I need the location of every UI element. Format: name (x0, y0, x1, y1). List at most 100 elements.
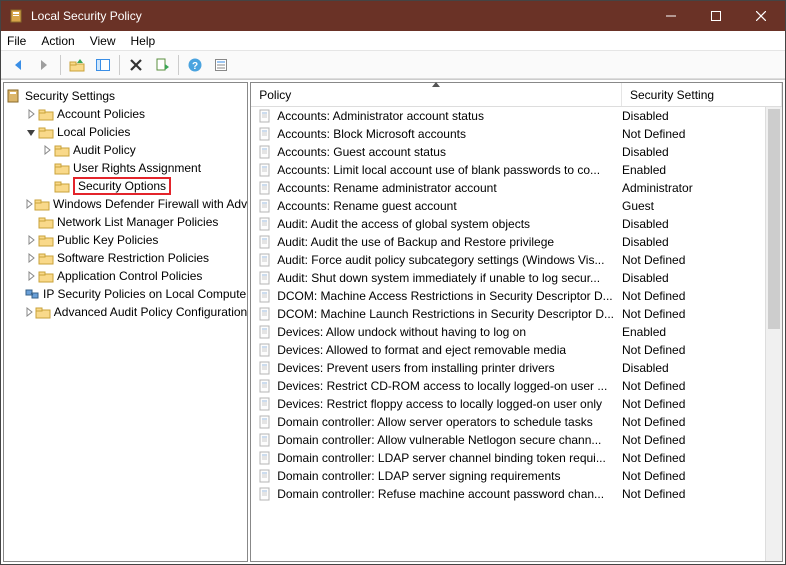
policy-row[interactable]: DCOM: Machine Launch Restrictions in Sec… (251, 305, 782, 323)
policy-icon (257, 144, 273, 160)
menu-file[interactable]: File (7, 34, 26, 48)
list-body[interactable]: Accounts: Administrator account statusDi… (251, 107, 782, 561)
policy-row[interactable]: Devices: Prevent users from installing p… (251, 359, 782, 377)
policy-row[interactable]: Devices: Restrict floppy access to local… (251, 395, 782, 413)
policy-row[interactable]: Audit: Audit the use of Backup and Resto… (251, 233, 782, 251)
policy-row[interactable]: Domain controller: Allow vulnerable Netl… (251, 431, 782, 449)
folder-icon (38, 268, 54, 284)
export-button[interactable] (150, 53, 174, 77)
tree-root[interactable]: Security Settings (4, 87, 247, 105)
policy-name: Devices: Allowed to format and eject rem… (277, 343, 622, 357)
policy-icon (257, 126, 273, 142)
policy-row[interactable]: Devices: Allow undock without having to … (251, 323, 782, 341)
tree-item[interactable]: Account Policies (4, 105, 247, 123)
mmc-window: Local Security Policy File Action View H… (0, 0, 786, 565)
security-settings-icon (6, 88, 22, 104)
back-button[interactable] (6, 53, 30, 77)
policy-row[interactable]: Domain controller: Refuse machine accoun… (251, 485, 782, 503)
policy-icon (257, 216, 273, 232)
policy-row[interactable]: Audit: Force audit policy subcategory se… (251, 251, 782, 269)
policy-name: Accounts: Guest account status (277, 145, 622, 159)
folder-icon (35, 304, 51, 320)
tree-item[interactable]: Local Policies (4, 123, 247, 141)
menu-view[interactable]: View (90, 34, 116, 48)
policy-setting: Not Defined (622, 343, 782, 357)
column-setting[interactable]: Security Setting (622, 83, 782, 106)
properties-button[interactable] (209, 53, 233, 77)
minimize-button[interactable] (648, 2, 693, 30)
policy-row[interactable]: Audit: Shut down system immediately if u… (251, 269, 782, 287)
policy-icon (257, 450, 273, 466)
policy-name: Accounts: Rename guest account (277, 199, 622, 213)
tree-item[interactable]: IP Security Policies on Local Computer (4, 285, 247, 303)
tree-item[interactable]: Advanced Audit Policy Configuration (4, 303, 247, 321)
column-policy[interactable]: Policy (251, 83, 622, 106)
policy-setting: Not Defined (622, 253, 782, 267)
expand-toggle[interactable] (24, 251, 38, 265)
policy-row[interactable]: Accounts: Rename administrator accountAd… (251, 179, 782, 197)
vertical-scrollbar[interactable] (765, 107, 782, 561)
policy-setting: Not Defined (622, 127, 782, 141)
policy-icon (257, 162, 273, 178)
policy-row[interactable]: Accounts: Administrator account statusDi… (251, 107, 782, 125)
policy-setting: Not Defined (622, 415, 782, 429)
policy-icon (257, 468, 273, 484)
scrollbar-thumb[interactable] (768, 109, 780, 329)
tree-label: Windows Defender Firewall with Advanced … (53, 197, 248, 211)
expand-toggle[interactable] (24, 305, 35, 319)
policy-row[interactable]: Accounts: Guest account statusDisabled (251, 143, 782, 161)
policy-row[interactable]: Accounts: Limit local account use of bla… (251, 161, 782, 179)
expand-toggle[interactable] (24, 197, 34, 211)
up-button[interactable] (65, 53, 89, 77)
policy-setting: Not Defined (622, 379, 782, 393)
tree-item[interactable]: Software Restriction Policies (4, 249, 247, 267)
policy-row[interactable]: Audit: Audit the access of global system… (251, 215, 782, 233)
policy-setting: Disabled (622, 145, 782, 159)
help-button[interactable]: ? (183, 53, 207, 77)
policy-icon (257, 234, 273, 250)
tree-item[interactable]: Public Key Policies (4, 231, 247, 249)
tree-item[interactable]: Security Options (4, 177, 247, 195)
policy-row[interactable]: Devices: Restrict CD-ROM access to local… (251, 377, 782, 395)
policy-setting: Not Defined (622, 289, 782, 303)
policy-icon (257, 414, 273, 430)
policy-name: DCOM: Machine Access Restrictions in Sec… (277, 289, 622, 303)
expand-toggle[interactable] (24, 125, 38, 139)
tree-pane[interactable]: Security SettingsAccount Policies Local P… (3, 82, 248, 562)
menu-help[interactable]: Help (131, 34, 156, 48)
tree-item[interactable]: Application Control Policies (4, 267, 247, 285)
policy-row[interactable]: Devices: Allowed to format and eject rem… (251, 341, 782, 359)
tree-item[interactable]: Network List Manager Policies (4, 213, 247, 231)
expand-toggle[interactable] (24, 269, 38, 283)
policy-row[interactable]: DCOM: Machine Access Restrictions in Sec… (251, 287, 782, 305)
list-pane: Policy Security Setting Accounts: Admini… (250, 82, 783, 562)
tree-label: Local Policies (57, 125, 130, 139)
expand-toggle[interactable] (40, 143, 54, 157)
policy-row[interactable]: Accounts: Block Microsoft accountsNot De… (251, 125, 782, 143)
folder-icon (38, 250, 54, 266)
tree-item[interactable]: Windows Defender Firewall with Advanced … (4, 195, 247, 213)
tree-item[interactable]: User Rights Assignment (4, 159, 247, 177)
show-hide-tree-button[interactable] (91, 53, 115, 77)
delete-button[interactable] (124, 53, 148, 77)
forward-button[interactable] (32, 53, 56, 77)
menu-action[interactable]: Action (41, 34, 74, 48)
expand-toggle[interactable] (24, 233, 38, 247)
policy-row[interactable]: Domain controller: LDAP server signing r… (251, 467, 782, 485)
tree-item[interactable]: Audit Policy (4, 141, 247, 159)
close-button[interactable] (738, 2, 783, 30)
policy-row[interactable]: Accounts: Rename guest accountGuest (251, 197, 782, 215)
expand-toggle[interactable] (24, 107, 38, 121)
policy-row[interactable]: Domain controller: LDAP server channel b… (251, 449, 782, 467)
titlebar[interactable]: Local Security Policy (1, 1, 785, 31)
policy-name: Domain controller: Allow vulnerable Netl… (277, 433, 622, 447)
policy-row[interactable]: Domain controller: Allow server operator… (251, 413, 782, 431)
tree-label: IP Security Policies on Local Computer (43, 287, 248, 301)
window-title: Local Security Policy (31, 9, 648, 23)
policy-setting: Enabled (622, 163, 782, 177)
policy-setting: Not Defined (622, 397, 782, 411)
policy-name: Audit: Shut down system immediately if u… (277, 271, 622, 285)
list-header: Policy Security Setting (251, 83, 782, 107)
policy-name: Audit: Force audit policy subcategory se… (277, 253, 622, 267)
maximize-button[interactable] (693, 2, 738, 30)
